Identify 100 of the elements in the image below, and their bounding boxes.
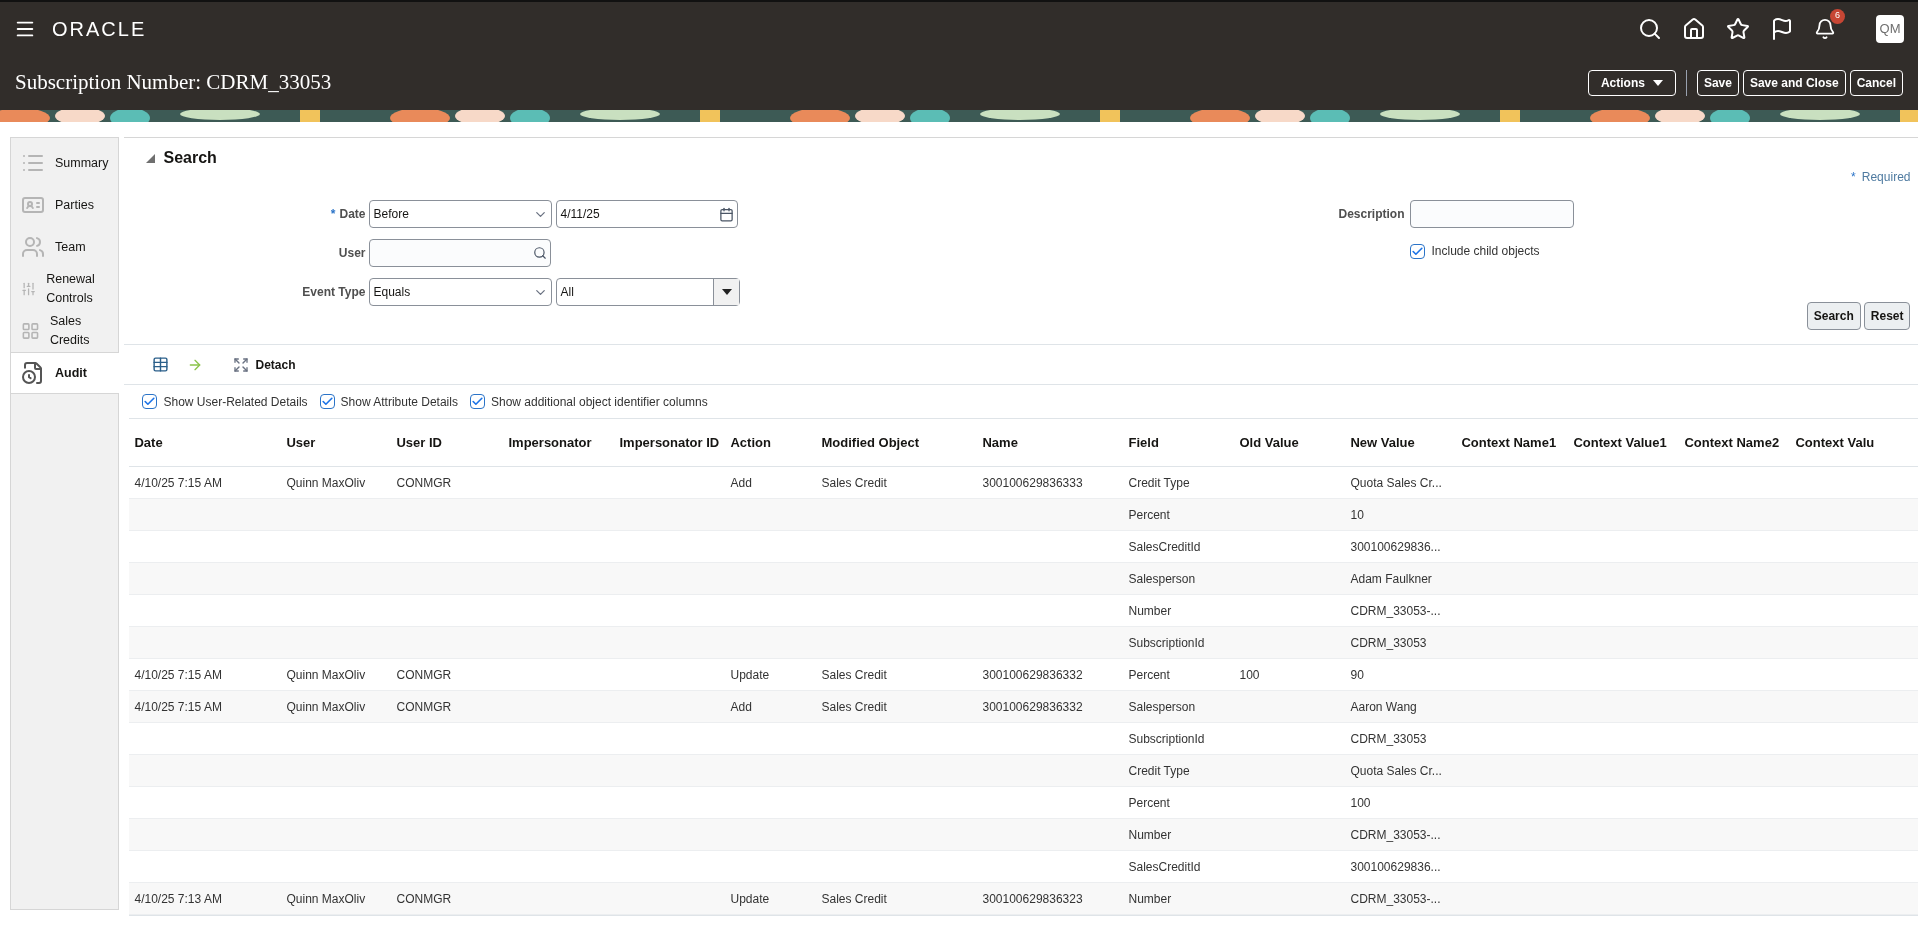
collapse-icon[interactable] bbox=[146, 153, 156, 163]
table-cell: Aaron Wang bbox=[1350, 699, 1417, 714]
column-header[interactable]: Context Value1 bbox=[1568, 435, 1680, 450]
field-label: Description bbox=[1337, 206, 1405, 223]
header-button[interactable]: Save and Close bbox=[1742, 69, 1846, 96]
option-checkbox[interactable] bbox=[142, 394, 158, 409]
column-header[interactable]: Date bbox=[129, 435, 282, 450]
user-avatar[interactable]: QM bbox=[1876, 14, 1904, 43]
checkbox-label: Show additional object identifier columns bbox=[490, 393, 708, 411]
description-field[interactable] bbox=[1410, 200, 1575, 228]
column-header[interactable]: Field bbox=[1123, 435, 1235, 450]
table-cell: CDRM_33053-... bbox=[1350, 891, 1441, 906]
include-child-checkbox[interactable] bbox=[1410, 243, 1426, 259]
detach-icon[interactable] bbox=[233, 356, 250, 373]
header-button[interactable]: Save bbox=[1696, 69, 1739, 96]
sidebar-item[interactable]: Parties bbox=[11, 184, 119, 226]
search-form-button[interactable]: Reset bbox=[1863, 302, 1911, 330]
table-cell: Adam Faulkner bbox=[1350, 571, 1432, 586]
field-label: User bbox=[337, 245, 366, 262]
table-cell: CONMGR bbox=[396, 699, 452, 714]
column-header[interactable]: Context Name1 bbox=[1456, 435, 1569, 450]
required-mark: * bbox=[330, 206, 336, 223]
table-cell: 4/10/25 7:15 AM bbox=[134, 667, 222, 682]
table-cell: SalesCreditId bbox=[1128, 539, 1201, 554]
table-cell: Quinn MaxOliv bbox=[286, 699, 366, 714]
column-header[interactable]: Old Value bbox=[1234, 435, 1346, 450]
table-cell: CDRM_33053-... bbox=[1350, 827, 1441, 842]
sidebar-item[interactable]: Team bbox=[11, 226, 119, 268]
section-title: Search bbox=[163, 148, 217, 168]
table-cell: Update bbox=[730, 891, 770, 906]
column-header[interactable]: New Value bbox=[1345, 435, 1457, 450]
table-cell: Quinn MaxOliv bbox=[286, 475, 366, 490]
table-cell: Credit Type bbox=[1128, 763, 1190, 778]
nav-icon bbox=[21, 235, 45, 259]
table-cell: Credit Type bbox=[1128, 475, 1190, 490]
required-mark: * bbox=[1851, 169, 1856, 186]
table-cell: 300100629836... bbox=[1350, 539, 1441, 554]
date-field[interactable]: 4/11/25 bbox=[556, 200, 739, 228]
table-cell: Sales Credit bbox=[821, 475, 887, 490]
required-note: Required bbox=[1861, 169, 1911, 186]
table-cell: 300100629836332 bbox=[982, 667, 1083, 682]
event-type-select[interactable]: All bbox=[556, 278, 741, 306]
oracle-logo[interactable]: ORACLE bbox=[52, 13, 147, 44]
notification-badge: 6 bbox=[1830, 8, 1845, 24]
column-header[interactable]: Name bbox=[977, 435, 1124, 450]
sidebar-item[interactable]: Sales Credits bbox=[11, 310, 119, 352]
column-header[interactable]: Action bbox=[725, 435, 817, 450]
dropdown-button[interactable] bbox=[713, 279, 740, 305]
checkbox-label: Show User-Related Details bbox=[163, 393, 308, 411]
column-header[interactable]: Impersonator ID bbox=[614, 435, 726, 450]
table-cell: Add bbox=[730, 699, 752, 714]
column-header[interactable]: Context Name2 bbox=[1679, 435, 1791, 450]
table-cell: 10 bbox=[1350, 507, 1364, 522]
table-cell: Quinn MaxOliv bbox=[286, 891, 366, 906]
search-icon[interactable] bbox=[1638, 16, 1662, 41]
export-icon[interactable] bbox=[152, 356, 170, 373]
option-checkbox[interactable] bbox=[469, 394, 485, 409]
date-operator-select[interactable]: Before bbox=[369, 200, 553, 228]
detach-link[interactable]: Detach bbox=[255, 355, 296, 374]
table-cell: Percent bbox=[1128, 667, 1170, 682]
page-title: Subscription Number: CDRM_33053 bbox=[15, 68, 332, 96]
checkbox-label: Show Attribute Details bbox=[340, 393, 458, 411]
column-header[interactable]: User ID bbox=[391, 435, 504, 450]
search-form-button[interactable]: Search bbox=[1806, 302, 1861, 330]
sidebar-item[interactable]: Audit bbox=[11, 352, 120, 394]
table-cell: Percent bbox=[1128, 795, 1170, 810]
star-icon[interactable] bbox=[1726, 16, 1750, 41]
table-cell: CONMGR bbox=[396, 891, 452, 906]
table-cell: Sales Credit bbox=[821, 667, 887, 682]
checkbox-label: Include child objects bbox=[1431, 243, 1540, 260]
table-cell: 4/10/25 7:15 AM bbox=[134, 699, 222, 714]
flag-icon[interactable] bbox=[1770, 16, 1794, 41]
table-cell: CDRM_33053 bbox=[1350, 635, 1427, 650]
home-icon[interactable] bbox=[1682, 16, 1706, 41]
header-button[interactable]: Cancel bbox=[1849, 69, 1903, 96]
sidebar-item[interactable]: Renewal Controls bbox=[11, 268, 119, 310]
table-cell: Salesperson bbox=[1128, 699, 1196, 714]
column-header[interactable]: Impersonator bbox=[503, 435, 615, 450]
nav-icon bbox=[21, 361, 45, 385]
caret-icon bbox=[1652, 79, 1663, 86]
column-header[interactable]: Context Valu bbox=[1790, 435, 1918, 450]
actions-menu-button[interactable]: Actions bbox=[1587, 69, 1676, 96]
user-field[interactable] bbox=[369, 239, 552, 267]
event-operator-select[interactable]: Equals bbox=[369, 278, 553, 306]
table-cell: CONMGR bbox=[396, 475, 452, 490]
sidebar-item[interactable]: Summary bbox=[11, 142, 119, 184]
table-cell: SalesCreditId bbox=[1128, 859, 1201, 874]
table-cell: Salesperson bbox=[1128, 571, 1196, 586]
column-header[interactable]: Modified Object bbox=[816, 435, 978, 450]
table-cell: Update bbox=[730, 667, 770, 682]
table-cell: CONMGR bbox=[396, 667, 452, 682]
option-checkbox[interactable] bbox=[319, 394, 335, 409]
table-cell: Sales Credit bbox=[821, 891, 887, 906]
table-cell: Quinn MaxOliv bbox=[286, 667, 366, 682]
bell-icon[interactable] bbox=[1814, 17, 1836, 40]
table-cell: Number bbox=[1128, 603, 1172, 618]
table-cell: Sales Credit bbox=[821, 699, 887, 714]
column-header[interactable]: User bbox=[281, 435, 392, 450]
calendar-icon[interactable] bbox=[719, 206, 735, 222]
table-cell: 100 bbox=[1239, 667, 1260, 682]
